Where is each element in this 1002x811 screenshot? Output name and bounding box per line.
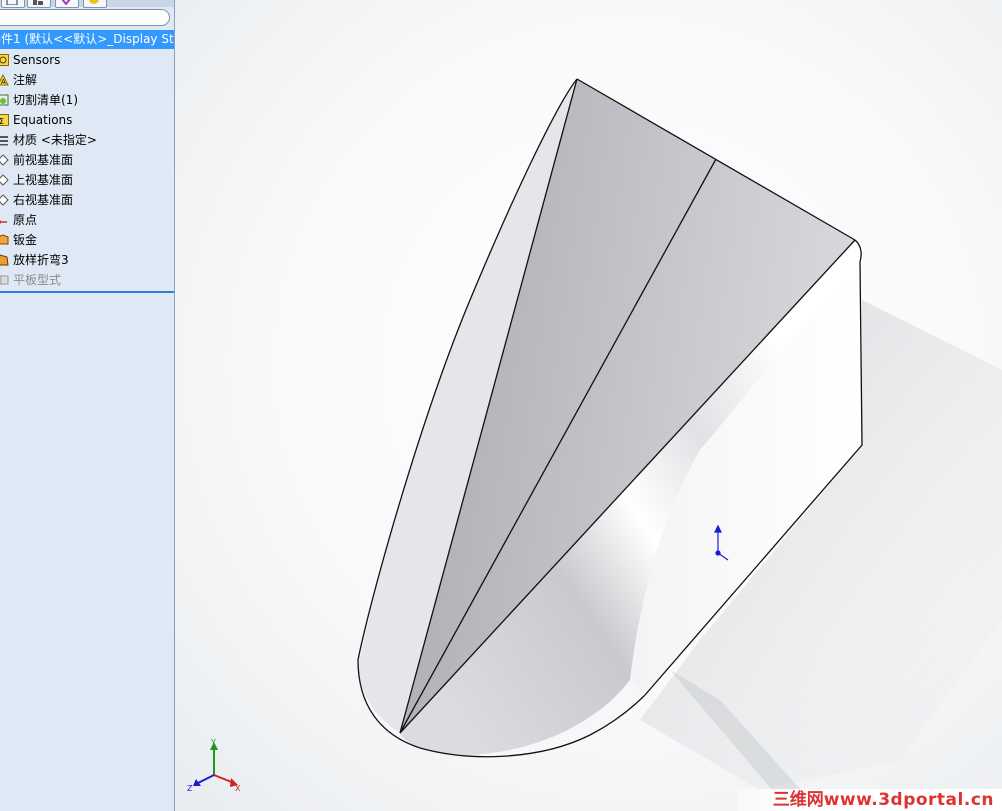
tree-item[interactable]: 钣金 <box>0 230 174 250</box>
watermark-cn: 三维网 <box>772 790 824 810</box>
material-icon <box>0 136 8 146</box>
tree-item-label: Sensors <box>13 53 61 67</box>
sheet-metal-icon <box>0 234 9 245</box>
watermark: 三维网www.3dportal.cn <box>738 789 1002 811</box>
appearance-icon <box>89 0 99 4</box>
tree-item[interactable]: 右视基准面 <box>0 190 174 210</box>
property-icon <box>33 0 43 5</box>
watermark-url: www.3dportal.cn <box>823 790 994 810</box>
plane-icon <box>0 154 9 166</box>
tree-item-label: 放样折弯3 <box>13 253 69 267</box>
tree-item-label: 注解 <box>13 73 38 87</box>
feature-tree: Sensors A 注解切割清单(1) Σ Equations 材质 <未指定> 前视基准面… <box>0 50 174 290</box>
tab-feature-manager[interactable] <box>1 0 25 8</box>
equations-icon: Σ <box>0 114 9 126</box>
tree-item[interactable]: Σ Equations <box>0 110 174 130</box>
lofted-bend-icon <box>0 254 9 266</box>
tree-item[interactable]: 原点 <box>0 210 174 230</box>
configuration-icon <box>61 0 71 5</box>
cut-list-icon <box>0 94 9 106</box>
tree-item[interactable]: 材质 <未指定> <box>0 130 174 150</box>
annotations-icon: A <box>0 74 9 86</box>
tree-item[interactable]: 放样折弯3 <box>0 250 174 270</box>
tab-appearance[interactable] <box>83 0 107 8</box>
tree-item[interactable]: 前视基准面 <box>0 150 174 170</box>
tree-item-label: 右视基准面 <box>13 193 74 207</box>
plane-icon <box>0 174 9 186</box>
plane-icon <box>0 194 9 206</box>
model-view[interactable]: Y X Z <box>175 0 1002 811</box>
tree-item-label: 材质 <未指定> <box>13 133 97 147</box>
tree-item-label: 切割清单(1) <box>13 93 78 107</box>
tree-item-label: Equations <box>13 113 73 127</box>
tree-item-label: 上视基准面 <box>13 173 74 187</box>
tree-item-label: 平板型式 <box>13 273 62 287</box>
triad-x-label: X <box>235 784 241 793</box>
origin-icon <box>0 220 7 224</box>
triad-y-label: Y <box>210 738 216 747</box>
tree-item[interactable]: 平板型式 <box>0 270 174 290</box>
graphics-viewport[interactable]: Y X Z 三维网www.3dportal.cn <box>175 0 1002 811</box>
svg-text:Σ: Σ <box>0 117 4 126</box>
tree-item[interactable]: A 注解 <box>0 70 174 90</box>
svg-text:A: A <box>1 78 6 86</box>
triad-z-label: Z <box>187 784 193 793</box>
feature-tree-icon <box>6 0 18 5</box>
reference-triad: Y X Z <box>187 738 241 793</box>
tree-item-label: 前视基准面 <box>13 153 74 167</box>
sensors-icon <box>0 54 9 66</box>
tree-item[interactable]: Sensors <box>0 50 174 70</box>
tree-root-part[interactable]: 零件1 (默认<<默认>_Display St <box>0 30 174 49</box>
tree-item-label: 原点 <box>13 213 38 227</box>
tab-configuration-manager[interactable] <box>55 0 79 8</box>
tree-filter-input[interactable] <box>0 9 170 26</box>
flat-pattern-icon <box>0 275 9 285</box>
tree-root-label: 零件1 (默认<<默认>_Display St <box>0 32 174 46</box>
tree-item[interactable]: 切割清单(1) <box>0 90 174 110</box>
tab-property-manager[interactable] <box>27 0 51 8</box>
tree-item[interactable]: 上视基准面 <box>0 170 174 190</box>
rollback-bar[interactable] <box>0 291 174 293</box>
panel-tabs <box>0 0 174 8</box>
tree-item-label: 钣金 <box>13 233 38 247</box>
feature-manager-panel: 零件1 (默认<<默认>_Display St Sensors A 注解切割清单(1… <box>0 0 175 811</box>
